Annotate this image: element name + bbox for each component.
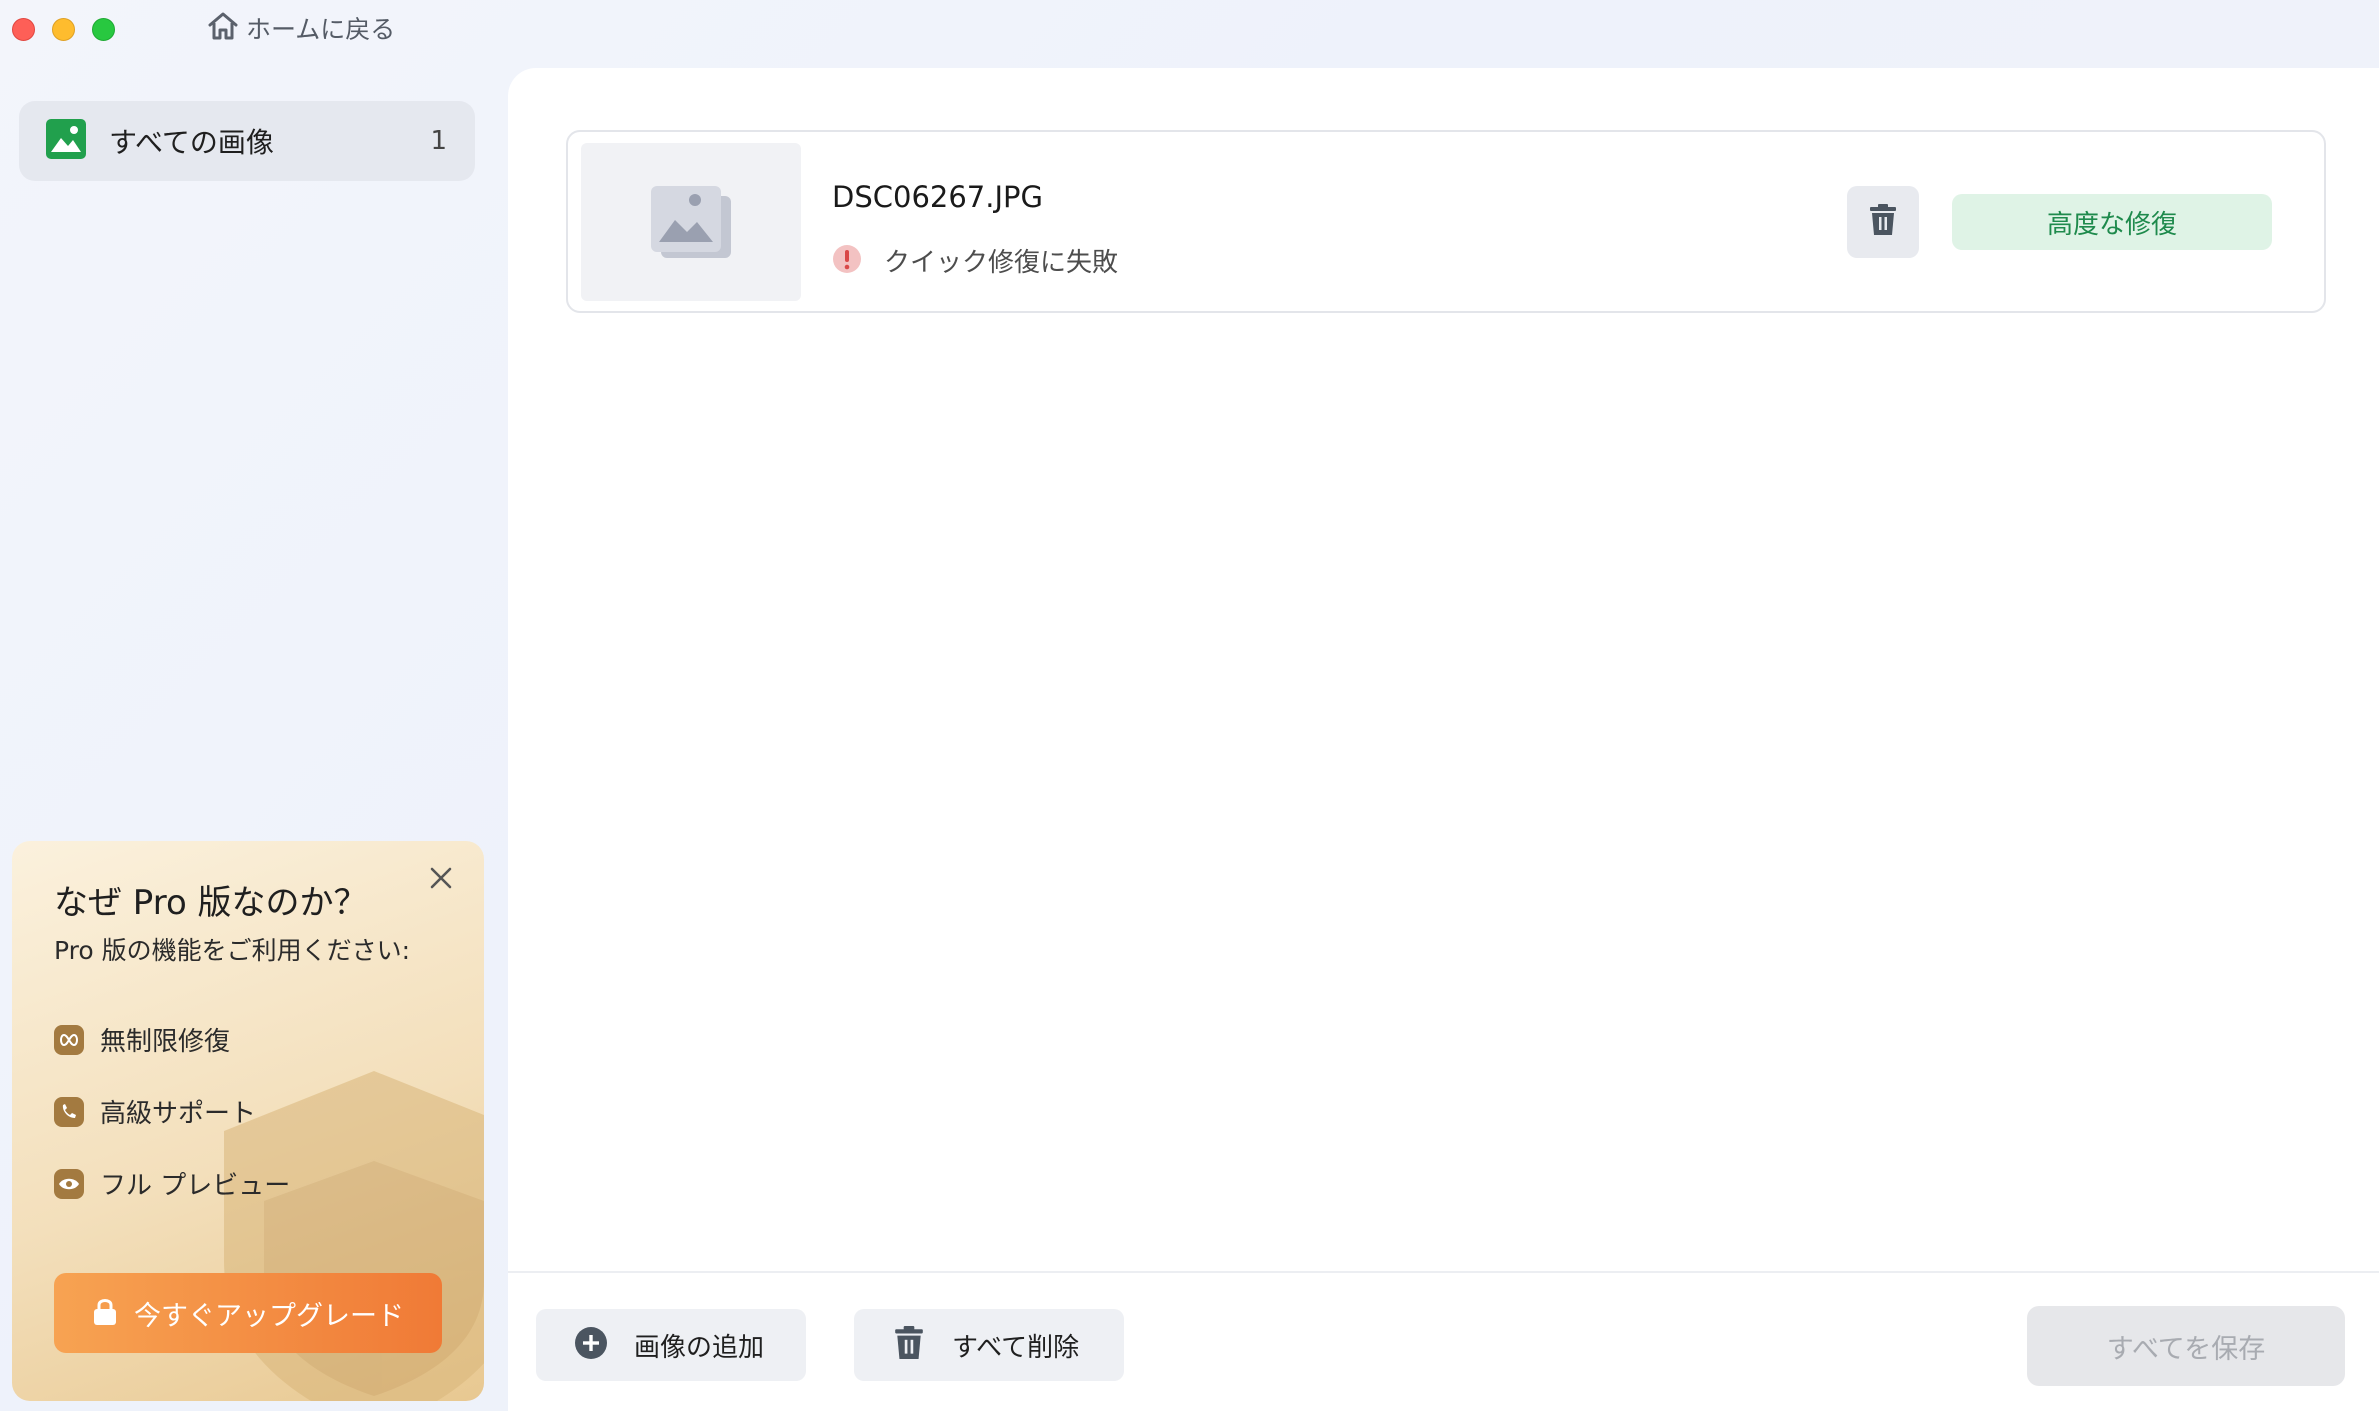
save-all-label: すべてを保存 [2106, 1333, 2266, 1365]
zoom-window-button[interactable] [92, 18, 115, 41]
advanced-repair-button[interactable]: 高度な修復 [1952, 194, 2272, 250]
window-controls [12, 18, 115, 41]
file-name: DSC06267.JPG [832, 180, 1043, 214]
feature-label: 無制限修復 [100, 1027, 231, 1057]
sidebar-item-label: すべての画像 [109, 126, 274, 159]
file-thumbnail [581, 143, 801, 301]
repair-status: クイック修復に失敗 [832, 242, 1118, 279]
advanced-repair-label: 高度な修復 [2046, 209, 2177, 240]
delete-all-label: すべて削除 [952, 1332, 1080, 1363]
sidebar-item-count: 1 [430, 126, 447, 156]
feature-full-preview: フル プレビュー [54, 1165, 290, 1202]
infinity-icon [54, 1024, 84, 1055]
sidebar-item-all-images[interactable]: すべての画像 1 [19, 101, 475, 181]
trash-icon [1869, 204, 1897, 240]
delete-file-button[interactable] [1847, 186, 1919, 258]
save-all-button[interactable]: すべてを保存 [2027, 1306, 2345, 1386]
support-icon [54, 1096, 84, 1127]
minimize-window-button[interactable] [52, 18, 75, 41]
feature-label: 高級サポート [100, 1099, 257, 1129]
upgrade-now-button[interactable]: 今すぐアップグレード [54, 1273, 442, 1353]
feature-unlimited-repair: 無制限修復 [54, 1021, 230, 1058]
upgrade-button-label: 今すぐアップグレード [134, 1300, 404, 1332]
feature-label: フル プレビュー [100, 1171, 291, 1201]
footer-divider [508, 1271, 2379, 1273]
error-icon [832, 244, 862, 278]
pro-promo-card: なぜ Pro 版なのか？ Pro 版の機能をご利用ください: 無制限修復 高級サ… [12, 841, 484, 1401]
promo-title: なぜ Pro 版なのか？ [54, 883, 368, 923]
lock-icon [92, 1296, 118, 1330]
delete-all-button[interactable]: すべて削除 [854, 1309, 1124, 1381]
trash-icon [894, 1326, 924, 1364]
add-image-label: 画像の追加 [634, 1332, 765, 1363]
promo-subtitle: Pro 版の機能をご利用ください: [54, 936, 411, 965]
close-window-button[interactable] [12, 18, 35, 41]
add-image-button[interactable]: 画像の追加 [536, 1309, 806, 1381]
feature-premium-support: 高級サポート [54, 1093, 256, 1130]
home-link[interactable]: ホームに戻る [206, 10, 395, 46]
main-panel: DSC06267.JPG クイック修復に失敗 高度な修復 画像の追加 すべて削除 [508, 68, 2379, 1411]
status-text: クイック修復に失敗 [884, 248, 1119, 278]
home-link-label: ホームに戻る [246, 15, 396, 44]
file-card: DSC06267.JPG クイック修復に失敗 高度な修復 [566, 130, 2326, 313]
home-icon [206, 10, 240, 46]
plus-circle-icon [574, 1326, 608, 1364]
image-icon [46, 119, 86, 163]
eye-icon [54, 1168, 84, 1199]
image-placeholder-icon [651, 182, 731, 262]
close-icon[interactable] [428, 865, 454, 895]
